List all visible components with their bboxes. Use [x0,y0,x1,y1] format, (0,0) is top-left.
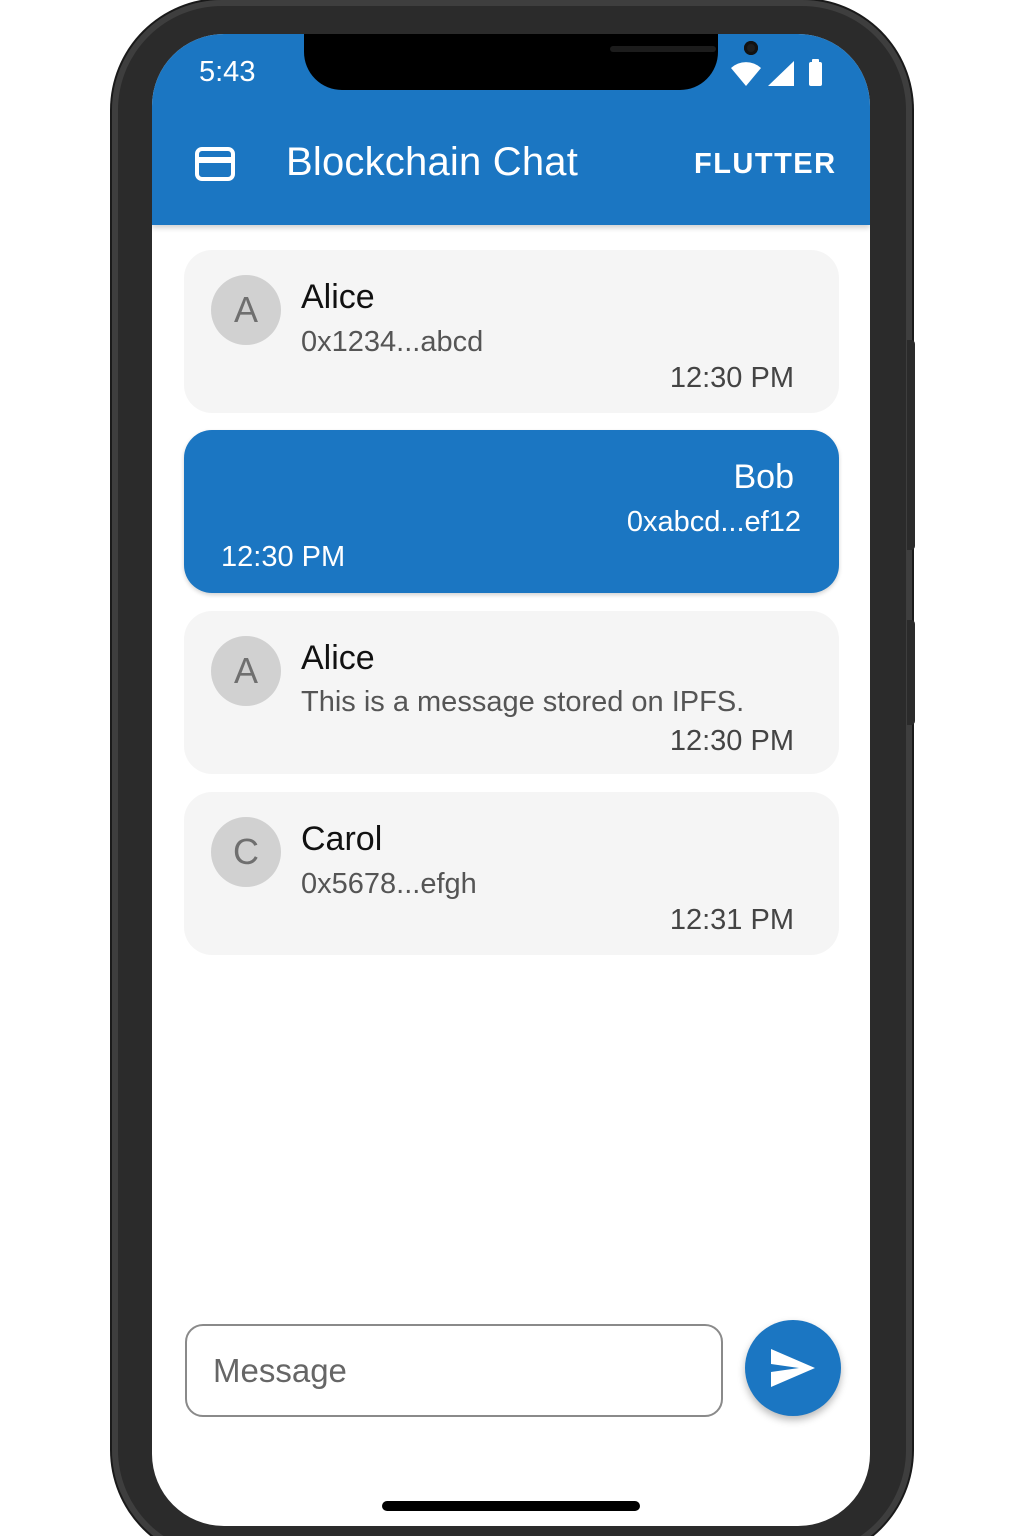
power-button [907,620,915,725]
message-time: 12:30 PM [669,725,794,757]
avatar: A [211,636,281,706]
status-time: 5:43 [199,56,256,88]
sender-name: Carol [301,820,383,858]
message-bubble[interactable]: C Carol 0x5678...efgh 12:31 PM [184,792,839,955]
battery-icon [809,59,822,86]
wifi-icon [731,62,761,86]
phone-screen: 5:43 Blockchain Chat FLUTTER A Alice 0x1… [152,34,870,1526]
earpiece-speaker [610,46,716,52]
app-title: Blockchain Chat [286,140,579,184]
message-text: 0xabcd...ef12 [626,506,801,538]
status-icons [730,58,830,88]
signal-icon [768,61,794,86]
outgoing-message-bubble[interactable]: Bob 0xabcd...ef12 12:30 PM [184,430,839,593]
message-text: 0x1234...abcd [301,326,484,358]
message-input[interactable] [185,1324,723,1417]
message-time: 12:30 PM [221,541,346,573]
avatar: A [211,275,281,345]
message-bubble[interactable]: A Alice This is a message stored on IPFS… [184,611,839,774]
send-icon [771,1349,815,1387]
message-text: This is a message stored on IPFS. [301,686,745,718]
message-bubble[interactable]: A Alice 0x1234...abcd 12:30 PM [184,250,839,413]
flutter-action-button[interactable]: FLUTTER [694,148,837,181]
message-text: 0x5678...efgh [301,868,477,900]
sender-name: Alice [301,639,375,677]
sender-name: Bob [733,458,795,496]
message-time: 12:30 PM [669,362,794,394]
volume-button [907,340,915,550]
stage: 5:43 Blockchain Chat FLUTTER A Alice 0x1… [0,0,1024,1536]
home-indicator[interactable] [382,1501,640,1511]
front-camera [744,41,758,55]
avatar: C [211,817,281,887]
app-bar: 5:43 Blockchain Chat FLUTTER [152,34,870,225]
message-time: 12:31 PM [669,904,794,936]
sender-name: Alice [301,278,375,316]
notch [304,34,758,90]
card-icon[interactable] [194,146,236,182]
send-button[interactable] [745,1320,841,1416]
